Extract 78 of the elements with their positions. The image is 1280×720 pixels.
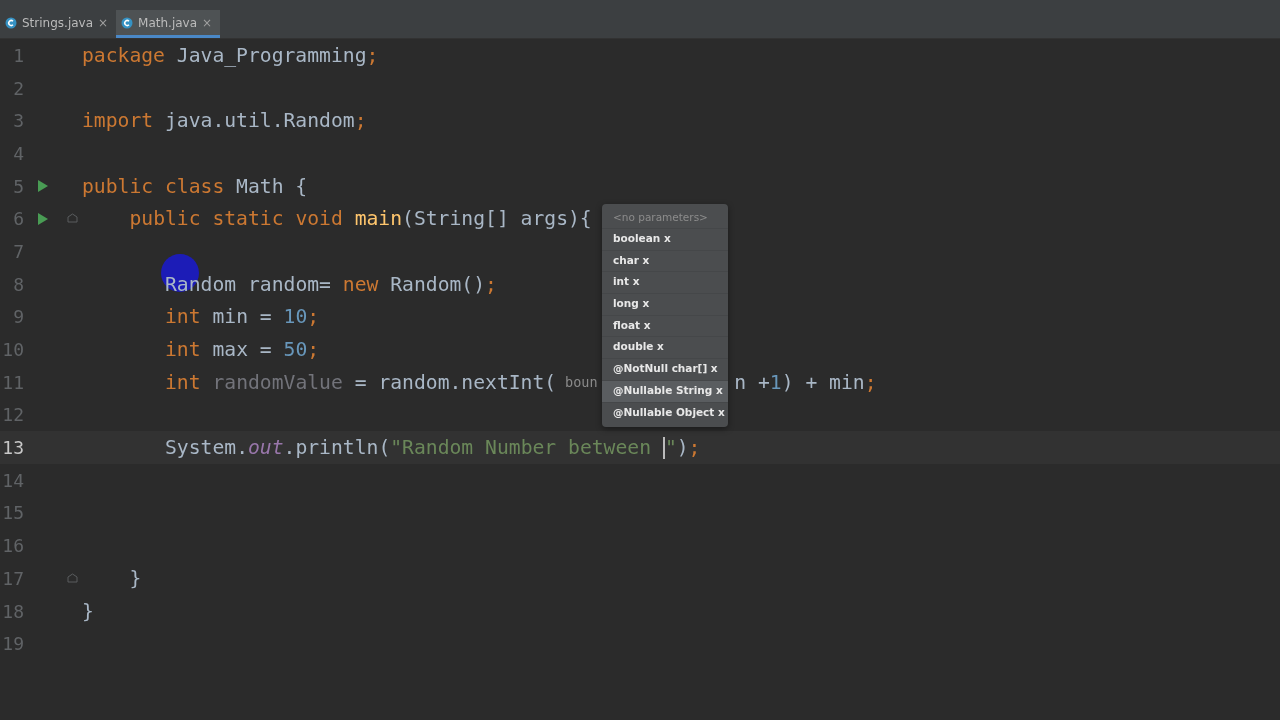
code-token: ;: [354, 109, 367, 133]
code-token: n +: [734, 370, 770, 394]
line-number: 7: [12, 240, 24, 262]
line-number: 6: [12, 208, 24, 230]
line-number: 14: [1, 469, 24, 491]
code-token: ) + min: [781, 370, 865, 394]
code-token: Random(): [389, 272, 486, 296]
run-icon[interactable]: [37, 179, 49, 194]
code-token: ;: [864, 370, 877, 394]
code-token: 50: [283, 338, 308, 362]
code-token: 1: [769, 370, 782, 394]
tab-label: Math.java: [138, 15, 198, 30]
line-number: 15: [1, 502, 24, 524]
code-token: Math {: [235, 174, 308, 198]
line-number: 12: [1, 404, 24, 426]
line-number: 1: [12, 44, 24, 66]
code-token: int: [165, 338, 201, 362]
code-token: (String[] args){: [402, 207, 592, 231]
code-token: int: [165, 370, 201, 394]
code-token: package: [82, 43, 165, 67]
code-token: }: [129, 566, 142, 590]
code-token: min =: [211, 305, 273, 329]
close-icon[interactable]: ×: [98, 15, 109, 30]
parameter-option[interactable]: float x: [602, 314, 728, 337]
code-token: public class: [82, 174, 225, 198]
editor-tab[interactable]: Strings.java ×: [0, 10, 117, 38]
parameter-option[interactable]: @NotNull char[] x: [602, 358, 728, 380]
line-number: 11: [1, 371, 24, 393]
code-token: ;: [307, 338, 320, 362]
editor-tab[interactable]: Math.java ×: [116, 10, 221, 38]
parameter-option[interactable]: long x: [602, 293, 728, 315]
line-number: 10: [1, 339, 24, 361]
parameter-option[interactable]: int x: [602, 271, 728, 294]
line-number: 3: [12, 110, 24, 132]
line-number: 19: [1, 633, 24, 655]
line-number: 16: [1, 535, 24, 557]
code-token: out: [248, 436, 284, 460]
code-token: public static void: [129, 207, 343, 231]
run-icon[interactable]: [37, 211, 49, 226]
code-token: ": [664, 436, 677, 460]
code-token: }: [82, 599, 94, 623]
line-number: 9: [12, 306, 24, 328]
line-number: 18: [1, 600, 24, 622]
tab-label: Strings.java: [22, 15, 94, 30]
code-token: .println(: [283, 436, 391, 460]
text-cursor: [662, 436, 665, 459]
popup-header: <no parameters>: [612, 210, 709, 225]
line-number: 8: [12, 273, 24, 295]
code-token: java.util.Random: [163, 109, 355, 133]
code-token: ;: [688, 436, 701, 460]
code-token: Java_Programming: [175, 43, 367, 67]
code-token: max =: [211, 338, 273, 362]
parameter-option[interactable]: double x: [602, 336, 728, 359]
code-token: System.: [165, 436, 248, 460]
line-number: 5: [12, 175, 24, 197]
code-token: main: [353, 207, 403, 231]
parameter-option[interactable]: char x: [602, 249, 728, 272]
line-number: 17: [1, 567, 24, 589]
line-number: 4: [12, 142, 24, 164]
class-icon: [5, 16, 17, 29]
code-token: new: [342, 272, 379, 296]
line-number: 2: [12, 77, 24, 99]
code-token: ;: [366, 43, 379, 67]
code-token: int: [165, 305, 201, 329]
parameter-hint: boun: [565, 374, 598, 391]
code-token: import: [82, 109, 154, 133]
line-number: 13: [1, 437, 24, 459]
code-token: = random.nextInt(: [353, 370, 558, 394]
parameter-option[interactable]: @Nullable Object x: [602, 401, 728, 424]
code-token: "Random Number between: [390, 436, 652, 460]
code-token: ): [676, 436, 689, 460]
code-token: randomValue: [211, 370, 343, 394]
code-token: ;: [485, 272, 497, 296]
code-token: 10: [283, 305, 308, 329]
parameter-option[interactable]: boolean x: [602, 228, 728, 250]
code-token: ;: [307, 305, 320, 329]
parameter-option[interactable]: @Nullable String x: [602, 379, 728, 402]
class-icon: [121, 16, 134, 29]
